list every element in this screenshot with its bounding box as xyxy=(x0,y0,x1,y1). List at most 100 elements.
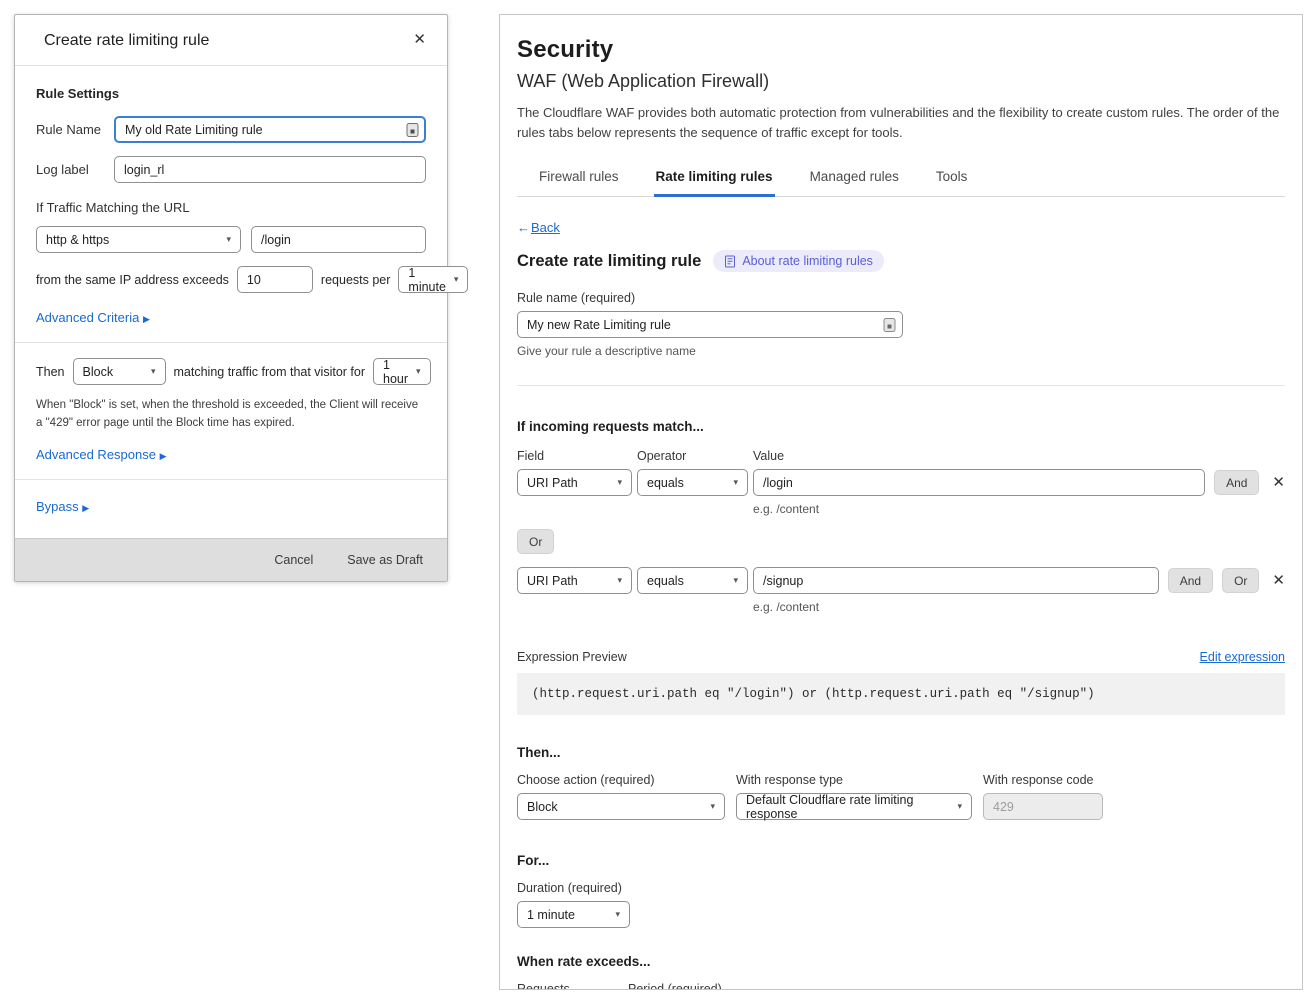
value-input[interactable] xyxy=(753,469,1205,496)
value-hint: e.g. /content xyxy=(753,502,1285,516)
rule-name-input[interactable] xyxy=(114,116,426,143)
expand-icon: ▶ xyxy=(143,314,150,324)
then-text: Then xyxy=(36,365,65,379)
for-heading: For... xyxy=(517,853,1285,868)
tab-rate-limiting-rules[interactable]: Rate limiting rules xyxy=(654,163,775,197)
scheme-select[interactable]: http & https ▾ xyxy=(36,226,241,253)
response-type-label: With response type xyxy=(736,773,972,787)
and-button[interactable]: And xyxy=(1168,568,1213,593)
response-code-column: With response code xyxy=(983,773,1103,820)
rule-name-row: Rule Name xyxy=(36,116,426,143)
back-row: ←Back xyxy=(517,220,1285,235)
chevron-down-icon: ▾ xyxy=(957,801,962,812)
page-subtitle: WAF (Web Application Firewall) xyxy=(517,71,1285,92)
value-input-wrap xyxy=(753,469,1205,496)
url-input[interactable] xyxy=(251,226,426,253)
field-select[interactable]: URI Path ▾ xyxy=(517,567,632,594)
response-type-select[interactable]: Default Cloudflare rate limiting respons… xyxy=(736,793,972,820)
remove-condition-icon[interactable]: ✕ xyxy=(1272,475,1285,490)
dialog-header: Create rate limiting rule ✕ xyxy=(15,15,447,66)
close-icon[interactable]: ✕ xyxy=(413,32,426,47)
chevron-down-icon: ▾ xyxy=(733,575,738,586)
action-select[interactable]: Block ▾ xyxy=(73,358,166,385)
about-rate-limiting-badge[interactable]: About rate limiting rules xyxy=(713,250,884,272)
for-section: For... Duration (required) 1 minute ▾ xyxy=(517,853,1285,928)
action-column: Choose action (required) Block ▾ xyxy=(517,773,725,820)
rule-name-label: Rule name (required) xyxy=(517,291,1285,305)
match-column-labels: Field Operator Value xyxy=(517,449,1285,463)
then-row: Then Block ▾ matching traffic from that … xyxy=(36,358,426,385)
duration-select[interactable]: 1 minute ▾ xyxy=(517,901,630,928)
tab-tools[interactable]: Tools xyxy=(934,163,970,196)
value-input[interactable] xyxy=(753,567,1159,594)
advanced-criteria-link[interactable]: Advanced Criteria ▶ xyxy=(36,310,150,325)
create-heading-row: Create rate limiting rule About rate lim… xyxy=(517,250,1285,272)
back-arrow-icon: ← xyxy=(517,220,530,235)
tab-managed-rules[interactable]: Managed rules xyxy=(808,163,901,196)
chevron-down-icon: ▾ xyxy=(617,477,622,488)
operator-select[interactable]: equals ▾ xyxy=(637,469,748,496)
waf-tabs: Firewall rules Rate limiting rules Manag… xyxy=(517,163,1285,197)
bypass-link[interactable]: Bypass ▶ xyxy=(36,499,89,514)
chevron-down-icon: ▾ xyxy=(416,366,421,377)
rule-name-input[interactable] xyxy=(517,311,903,338)
or-button[interactable]: Or xyxy=(1222,568,1259,593)
requests-input[interactable] xyxy=(237,266,313,293)
traffic-match-row: http & https ▾ xyxy=(36,226,426,253)
expression-preview-label: Expression Preview xyxy=(517,650,627,664)
chevron-down-icon: ▾ xyxy=(617,575,622,586)
response-code-label: With response code xyxy=(983,773,1103,787)
field-select[interactable]: URI Path ▾ xyxy=(517,469,632,496)
back-link[interactable]: ←Back xyxy=(517,220,560,235)
remove-condition-icon[interactable]: ✕ xyxy=(1272,573,1285,588)
rule-name-input-wrap xyxy=(517,311,903,338)
log-label-row: Log label xyxy=(36,156,426,183)
tab-firewall-rules[interactable]: Firewall rules xyxy=(537,163,621,196)
or-button[interactable]: Or xyxy=(517,529,554,554)
rule-name-label: Rule Name xyxy=(36,122,104,137)
operator-select[interactable]: equals ▾ xyxy=(637,567,748,594)
requests-label: Requests (required) xyxy=(517,982,620,990)
then-heading: Then... xyxy=(517,745,1285,760)
field-label: Field xyxy=(517,449,637,463)
rate-columns: Requests (required) Period (required) 1 … xyxy=(517,982,1285,990)
divider xyxy=(15,342,447,343)
rate-section: When rate exceeds... Requests (required)… xyxy=(517,954,1285,990)
block-duration-select[interactable]: 1 hour ▾ xyxy=(373,358,431,385)
create-heading: Create rate limiting rule xyxy=(517,252,701,271)
input-extension-icon xyxy=(406,122,419,137)
rule-name-input-wrap xyxy=(114,116,426,143)
or-row: Or xyxy=(517,529,1285,554)
expression-code: (http.request.uri.path eq "/login") or (… xyxy=(517,673,1285,715)
chevron-down-icon: ▾ xyxy=(151,366,156,377)
and-button[interactable]: And xyxy=(1214,470,1259,495)
page-description: The Cloudflare WAF provides both automat… xyxy=(517,103,1285,142)
then-columns: Choose action (required) Block ▾ With re… xyxy=(517,773,1285,820)
choose-action-label: Choose action (required) xyxy=(517,773,725,787)
create-rate-limiting-rule-dialog: Create rate limiting rule ✕ Rule Setting… xyxy=(14,14,448,582)
advanced-response-link[interactable]: Advanced Response ▶ xyxy=(36,447,167,462)
duration-label: Duration (required) xyxy=(517,881,1285,895)
expand-icon: ▶ xyxy=(82,503,89,513)
rate-heading: When rate exceeds... xyxy=(517,954,1285,969)
exceeds-text: from the same IP address exceeds xyxy=(36,273,229,287)
log-label-input[interactable] xyxy=(114,156,426,183)
edit-expression-link[interactable]: Edit expression xyxy=(1200,650,1285,664)
value-label: Value xyxy=(753,449,784,463)
expand-icon: ▶ xyxy=(160,451,167,461)
operator-label: Operator xyxy=(637,449,753,463)
save-as-draft-button[interactable]: Save as Draft xyxy=(347,553,423,567)
input-extension-icon xyxy=(883,317,896,332)
action-select[interactable]: Block ▾ xyxy=(517,793,725,820)
threshold-row: from the same IP address exceeds request… xyxy=(36,266,426,293)
cancel-button[interactable]: Cancel xyxy=(274,553,313,567)
match-heading: If incoming requests match... xyxy=(517,419,1285,434)
condition-row: URI Path ▾ equals ▾ And Or ✕ xyxy=(517,567,1285,594)
period-select[interactable]: 1 minute ▾ xyxy=(398,266,468,293)
traffic-matching-heading: If Traffic Matching the URL xyxy=(36,200,426,215)
then-section: Then... Choose action (required) Block ▾… xyxy=(517,745,1285,820)
page-title: Security xyxy=(517,36,1285,64)
chevron-down-icon: ▾ xyxy=(733,477,738,488)
chevron-down-icon: ▾ xyxy=(226,234,231,245)
chevron-down-icon: ▾ xyxy=(710,801,715,812)
